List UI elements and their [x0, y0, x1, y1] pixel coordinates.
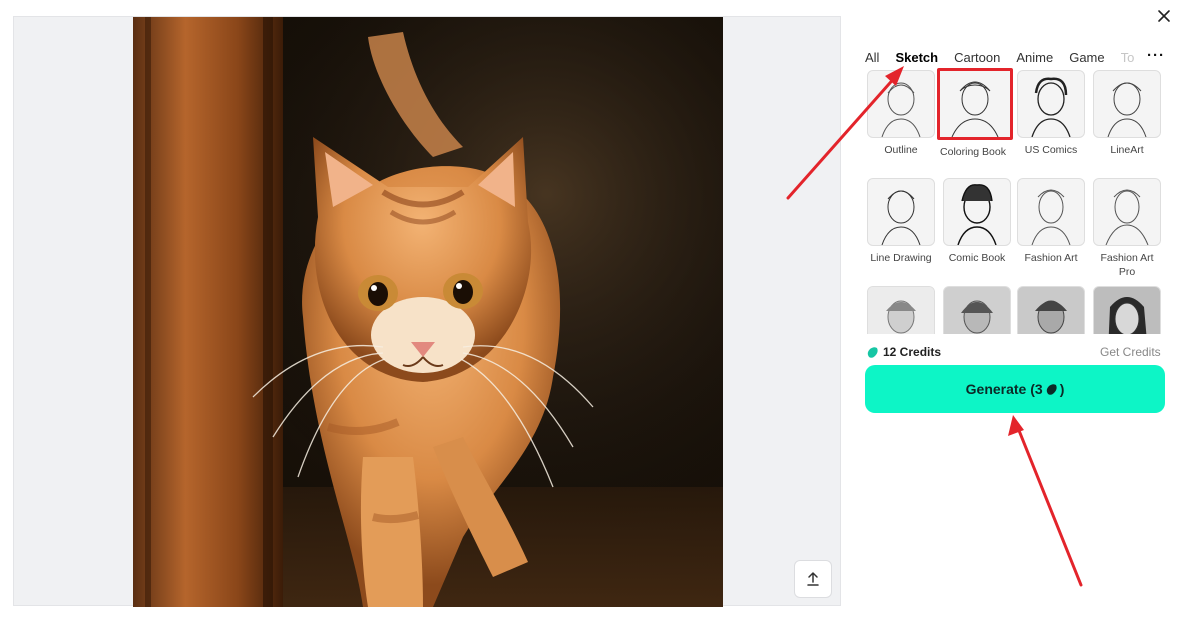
upload-arrow-icon [807, 571, 819, 586]
style-thumbnail [1093, 178, 1161, 246]
image-canvas [13, 16, 841, 607]
style-item-fashion-art-pro[interactable]: Fashion Art Pro [1091, 176, 1163, 279]
credit-coin-icon [1046, 383, 1057, 395]
style-item-realistic-1[interactable] [865, 284, 937, 334]
arrow-to-generate-button [1016, 426, 1083, 587]
credits-balance: 12 Credits [866, 345, 941, 359]
style-thumbnail [1017, 70, 1085, 138]
tab-game[interactable]: Game [1069, 50, 1104, 65]
style-thumbnail [1017, 286, 1085, 334]
get-credits-link[interactable]: Get Credits [1100, 345, 1161, 359]
credits-label: 12 Credits [883, 345, 942, 359]
style-item-realistic-2[interactable] [941, 284, 1013, 334]
more-dots-icon[interactable]: ··· [1147, 47, 1165, 64]
generate-suffix: ) [1059, 381, 1065, 397]
style-thumbnail [867, 286, 935, 334]
style-thumbnail [867, 178, 935, 246]
upload-button[interactable] [794, 560, 832, 598]
style-item-realistic-3[interactable] [1015, 284, 1087, 334]
style-thumbnail [1017, 178, 1085, 246]
style-thumbnail [1093, 70, 1161, 138]
style-item-fashion-art[interactable]: Fashion Art [1015, 176, 1087, 265]
tab-cartoon[interactable]: Cartoon [954, 50, 1000, 65]
style-item-lineart[interactable]: LineArt [1091, 68, 1163, 157]
tab-truncated[interactable]: To [1121, 50, 1135, 65]
style-item-realistic-4[interactable] [1091, 284, 1163, 334]
cat-photo [133, 17, 723, 607]
tab-all[interactable]: All [865, 50, 879, 65]
style-category-tabs: All Sketch Cartoon Anime Game To [865, 47, 1170, 67]
style-item-coloring-book[interactable]: Coloring Book [937, 68, 1013, 159]
style-thumbnail [943, 178, 1011, 246]
style-item-comic-book[interactable]: Comic Book [941, 176, 1013, 265]
generate-label: Generate (3 [965, 381, 1043, 397]
style-thumbnail [867, 70, 935, 138]
close-button[interactable] [1146, 0, 1182, 32]
style-thumbnail-selected [937, 68, 1013, 140]
tab-anime[interactable]: Anime [1016, 50, 1053, 65]
arrow-head [1008, 415, 1024, 436]
style-grid: Outline Coloring Book US Comics LineArt … [865, 68, 1170, 334]
generate-button[interactable]: Generate (3 ) [865, 365, 1165, 413]
close-icon [1158, 10, 1170, 22]
style-item-line-drawing[interactable]: Line Drawing [865, 176, 937, 265]
credit-coin-icon [867, 346, 878, 358]
style-item-us-comics[interactable]: US Comics [1015, 68, 1087, 157]
style-thumbnail [1093, 286, 1161, 334]
tab-sketch[interactable]: Sketch [895, 50, 938, 65]
style-thumbnail [943, 286, 1011, 334]
style-item-outline[interactable]: Outline [865, 68, 937, 157]
